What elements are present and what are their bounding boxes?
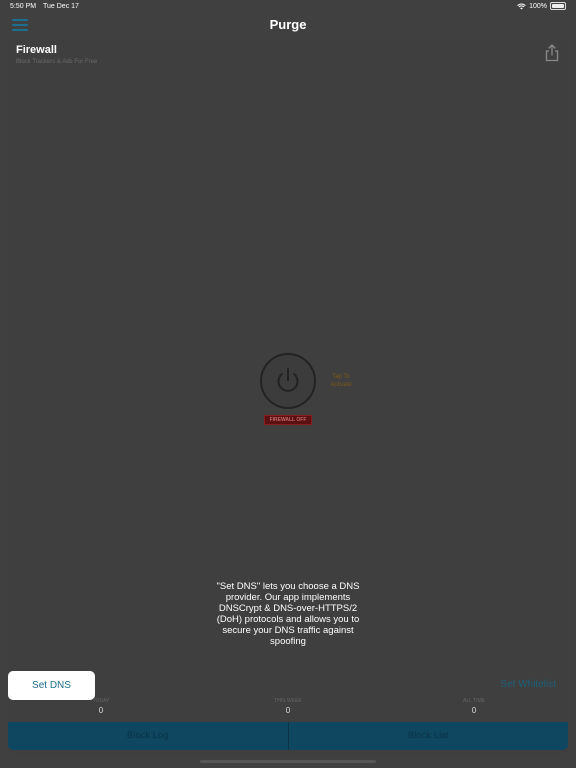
firewall-status-badge: FIREWALL OFF <box>264 415 312 425</box>
stat-value: 0 <box>285 706 291 715</box>
stat-this-week: THIS WEEK 0 <box>248 698 328 715</box>
status-bar: 5:50 PM Tue Dec 17 100% <box>0 0 576 14</box>
status-time: 5:50 PM <box>10 3 37 10</box>
nav-bar: Purge <box>0 14 576 38</box>
battery-icon <box>550 2 566 10</box>
card-subtitle: Block Trackers & Ads For Free <box>16 59 98 65</box>
battery-percent: 100% <box>529 2 547 10</box>
firewall-card: Firewall Block Trackers & Ads For Free T… <box>8 40 568 754</box>
wifi-icon <box>517 3 526 9</box>
page-title: Purge <box>269 17 307 32</box>
card-title: Firewall <box>16 44 57 56</box>
stat-label: TODAY <box>92 698 110 704</box>
set-dns-tooltip: "Set DNS" lets you choose a DNS provider… <box>216 581 360 647</box>
stat-label: THIS WEEK <box>274 698 302 704</box>
stat-all-time: ALL TIME 0 <box>434 698 514 715</box>
status-right: 100% <box>517 2 566 10</box>
status-date: Tue Dec 17 <box>43 3 79 10</box>
stat-today: TODAY 0 <box>61 698 141 715</box>
stat-value: 0 <box>471 706 477 715</box>
block-list-button[interactable]: Block List <box>289 722 569 750</box>
tap-to-activate-label: Tap To Activate <box>330 374 352 388</box>
set-dns-button[interactable]: Set DNS <box>8 671 95 700</box>
power-icon <box>277 368 299 392</box>
block-log-button[interactable]: Block Log <box>8 722 288 750</box>
stat-label: ALL TIME <box>463 698 485 704</box>
power-button[interactable] <box>260 353 316 409</box>
home-indicator <box>200 760 376 763</box>
bottom-bar: Block Log Block List <box>8 722 568 750</box>
set-whitelist-button[interactable]: Set Whitelist <box>500 679 556 690</box>
share-icon[interactable] <box>544 44 560 62</box>
stat-value: 0 <box>98 706 104 715</box>
